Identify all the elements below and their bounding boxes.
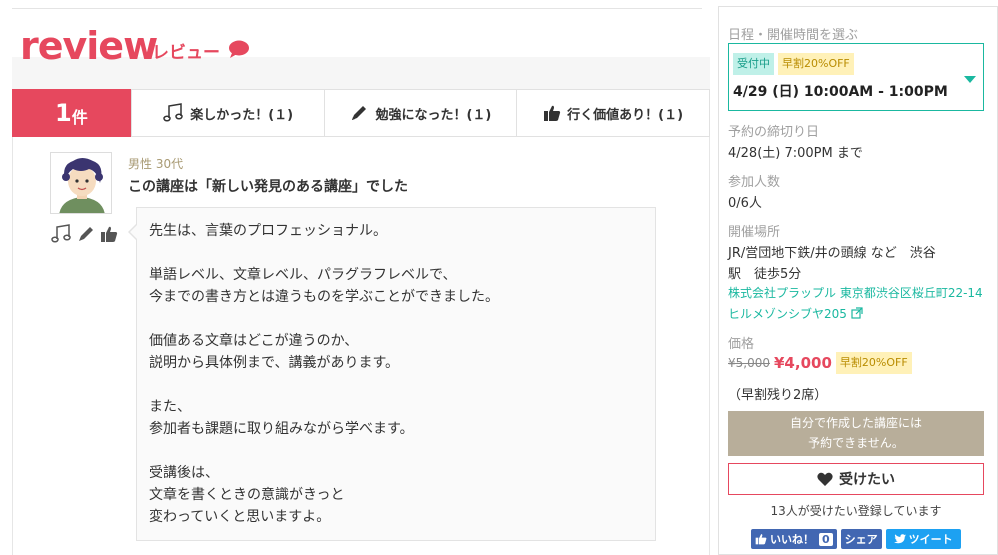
facebook-share-label: シェア [844, 533, 878, 546]
review-paragraph: また、 参加者も課題に取り組みながら学べます。 [149, 399, 414, 437]
facebook-like-label: いいね！ [770, 533, 814, 546]
thumbs-up-icon [755, 534, 767, 545]
music-note-icon [51, 224, 71, 243]
price-row: ¥5,000 ¥4,000 早割20%OFF [728, 352, 912, 374]
deadline-value: 4/28(土) 7:00PM まで [728, 146, 863, 161]
twitter-bird-icon [893, 534, 906, 544]
social-buttons: いいね！ 0 シェア ツイート [751, 529, 961, 549]
want-to-attend-label: 受けたい [839, 472, 895, 488]
facebook-like-count: 0 [819, 532, 833, 546]
price-label: 価格 [728, 337, 755, 352]
review-paragraph: 受講後は、 文章を書くときの意識がきっと 変わっていくと思いますよ。 [149, 465, 345, 525]
review-count-tab[interactable]: 1 件 [12, 89, 131, 137]
top-divider [12, 8, 702, 9]
want-count-text: 13人が受けたい登録しています [770, 504, 942, 518]
tab-learned-label: 勉強になった！(１) [375, 107, 492, 123]
quote-pointer-inner [130, 225, 137, 239]
review-count-unit: 件 [71, 108, 88, 127]
review-tabs: 1 件 楽しかった！(１) 勉強になった！(１) 行く価値あり！(１) [12, 89, 710, 137]
review-reaction-icons [50, 224, 118, 244]
external-link-icon [851, 307, 863, 319]
disabled-message-line: 予約できません。 [808, 436, 904, 450]
review-body: 先生は、言葉のプロフェッショナル。 単語レベル、文章レベル、パラグラフレベルで、… [136, 207, 656, 541]
pen-icon [352, 106, 367, 120]
facebook-like-button[interactable]: いいね！ 0 [751, 529, 837, 549]
speech-bubble-icon [229, 40, 249, 58]
review-paragraph: 単語レベル、文章レベル、パラグラフレベルで、 今までの書き方とは違うものを学ぶこ… [149, 267, 499, 305]
review-title: この講座は「新しい発見のある講座」でした [128, 179, 408, 195]
book-button-disabled: 自分で作成した講座には 予約できません。 [728, 411, 984, 456]
thumbs-up-icon [101, 226, 118, 242]
review-subheading: レビュー [152, 43, 220, 63]
tab-worth-label: 行く価値あり！(１) [567, 107, 684, 123]
selected-date: 4/29 (日) 10:00AM - 1:00PM [733, 84, 948, 100]
thumbs-up-icon [544, 105, 561, 121]
chevron-down-icon[interactable] [964, 76, 976, 83]
review-paragraph: 先生は、言葉のプロフェッショナル。 [149, 223, 387, 239]
review-section: review レビュー 1 件 楽しかった！(１) 勉強になった！(１) 行く価… [0, 0, 712, 555]
want-to-attend-button[interactable]: 受けたい [728, 463, 984, 495]
deadline-label: 予約の締切り日 [728, 125, 820, 140]
venue-label: 開催場所 [728, 225, 781, 240]
participants-label: 参加人数 [728, 175, 781, 190]
reviewer-meta: 男性 30代 [128, 157, 184, 171]
avatar [50, 152, 112, 214]
schedule-label: 日程・開催時間を選ぶ [728, 28, 859, 43]
tab-fun-label: 楽しかった！(１) [190, 107, 294, 123]
participants-value: 0/6人 [728, 196, 762, 211]
discount-badge: 早割20%OFF [778, 53, 854, 75]
status-badge: 受付中 [733, 53, 774, 75]
original-price: ¥5,000 [728, 356, 770, 370]
review-count-number: 1 [55, 99, 72, 127]
venue-access-line: JR/営団地下鉄/井の頭線 など 渋谷 [728, 246, 936, 261]
review-paragraph: 価値ある文章はどこが違うのか、 説明から具体例まで、講義があります。 [149, 333, 400, 371]
early-bird-remaining: （早割残り2席） [728, 388, 828, 403]
music-note-icon [163, 103, 183, 122]
disabled-message-line: 自分で作成した講座には [789, 416, 922, 430]
tweet-button[interactable]: ツイート [885, 529, 961, 549]
price-discount-badge: 早割20%OFF [835, 352, 912, 374]
tab-fun[interactable]: 楽しかった！(１) [130, 90, 324, 136]
tweet-label: ツイート [908, 533, 953, 546]
pen-icon [79, 227, 93, 241]
discounted-price: ¥4,000 [774, 354, 832, 372]
tab-learned[interactable]: 勉強になった！(１) [323, 90, 517, 136]
review-heading: review [20, 24, 158, 68]
tab-worth[interactable]: 行く価値あり！(１) [516, 90, 709, 136]
facebook-share-button[interactable]: シェア [840, 529, 882, 549]
heart-icon [817, 472, 833, 486]
venue-address-link[interactable]: 株式会社プラップル 東京都渋谷区桜丘町22-14 ヒルメゾンシブヤ205 [728, 283, 990, 325]
venue-access-line: 駅 徒歩5分 [728, 267, 802, 282]
